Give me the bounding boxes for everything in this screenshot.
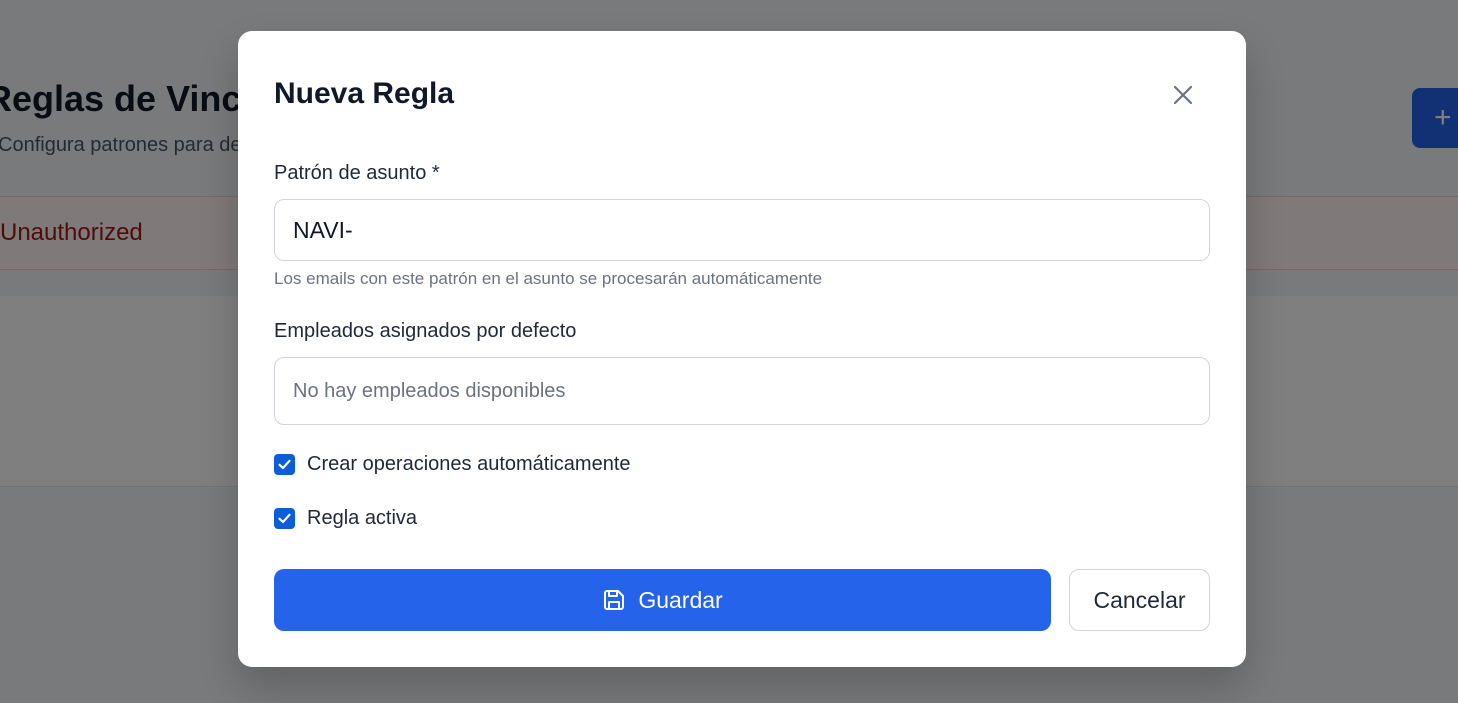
employees-select[interactable]: No hay empleados disponibles [274, 357, 1210, 425]
rule-active-checkbox[interactable] [274, 508, 295, 529]
subject-pattern-hint: Los emails con este patrón en el asunto … [274, 269, 823, 288]
rule-active-label: Regla activa [307, 507, 418, 529]
auto-operations-row[interactable]: Crear operaciones automáticamente [274, 453, 631, 476]
employees-label: Empleados asignados por defecto [274, 320, 577, 342]
close-icon [1173, 85, 1193, 105]
modal-title: Nueva Regla [274, 77, 455, 110]
new-rule-modal: Nueva Regla Patrón de asunto * Los email… [238, 31, 1246, 667]
close-button[interactable] [1166, 78, 1200, 112]
cancel-button[interactable]: Cancelar [1069, 569, 1210, 631]
checkmark-icon [278, 513, 291, 524]
checkmark-icon [278, 459, 291, 470]
auto-operations-label: Crear operaciones automáticamente [307, 453, 631, 475]
subject-pattern-input[interactable] [274, 199, 1210, 261]
employees-empty-text: No hay empleados disponibles [293, 379, 566, 402]
save-icon [604, 590, 625, 610]
subject-pattern-label: Patrón de asunto * [274, 162, 440, 184]
save-button-label: Guardar [638, 586, 723, 613]
rule-active-row[interactable]: Regla activa [274, 507, 417, 530]
auto-operations-checkbox[interactable] [274, 454, 295, 475]
cancel-button-label: Cancelar [1093, 586, 1186, 613]
save-button[interactable]: Guardar [274, 569, 1051, 631]
